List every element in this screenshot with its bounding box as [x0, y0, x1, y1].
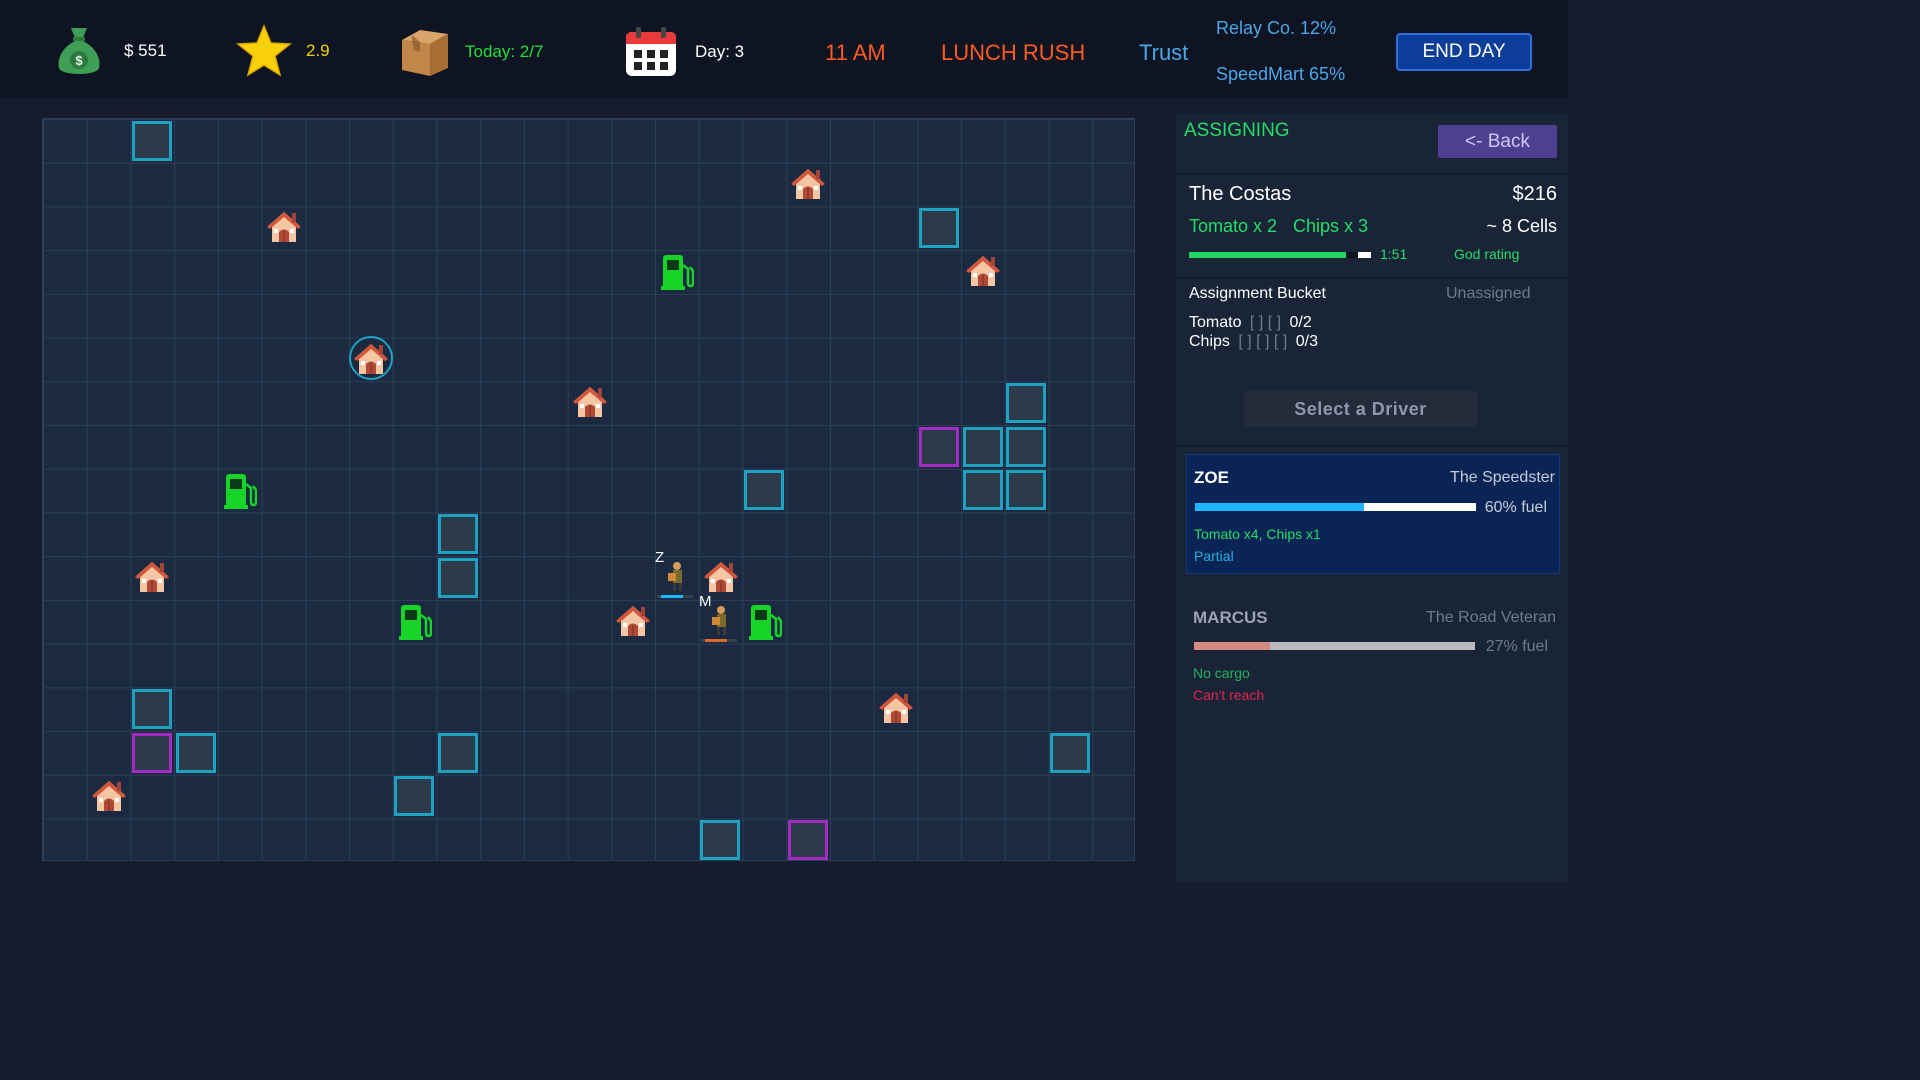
house-icon[interactable] [615, 604, 651, 638]
rating-value: 2.9 [306, 41, 330, 60]
obstacle-block [1050, 732, 1091, 773]
back-button[interactable]: <- Back [1438, 125, 1557, 158]
driver-fuel-fill [1195, 503, 1364, 511]
select-driver-button[interactable]: Select a Driver [1244, 391, 1477, 427]
today-deliveries: Today: 2/7 [465, 42, 544, 61]
house-icon[interactable] [965, 254, 1001, 288]
divider [1176, 445, 1568, 446]
fuel-station-icon[interactable] [748, 603, 782, 641]
fuel-station-icon[interactable] [398, 603, 432, 641]
package-icon [402, 30, 448, 76]
order-timer-end [1358, 252, 1371, 258]
obstacle-block [1006, 426, 1047, 467]
house-icon[interactable] [266, 210, 302, 244]
rating-stat: 2.9 [236, 24, 330, 78]
obstacle-block [437, 513, 478, 554]
obstacle-block [700, 820, 741, 860]
driver-status: Partial [1194, 548, 1234, 564]
obstacle-block [437, 732, 478, 773]
order-timer: 1:51 [1380, 246, 1408, 262]
order-customer: The Costas [1189, 183, 1292, 205]
driver-cargo: No cargo [1193, 665, 1250, 681]
driver-fuel-text: 60% fuel [1484, 499, 1547, 516]
assignment-panel: ASSIGNING <- Back The Costas $216 Tomato… [1176, 113, 1568, 882]
top-bar: $ $ 551 2.9 Today: 2/7 Day: 3 11 AM LUNC… [0, 0, 1568, 98]
house-icon[interactable] [572, 385, 608, 419]
star-icon [236, 24, 292, 77]
driver-fuel-bar [1195, 503, 1476, 511]
order-rating: God rating [1454, 246, 1520, 262]
phase-label: LUNCH RUSH [941, 40, 1086, 65]
day-value: Day: 3 [695, 42, 745, 61]
house-icon[interactable] [134, 560, 170, 594]
order-price: $216 [1512, 183, 1558, 205]
bucket-title: Assignment Bucket [1189, 285, 1326, 302]
driver-fuel-text: 27% fuel [1485, 638, 1548, 655]
driver-map-marker[interactable] [655, 559, 695, 606]
bucket-count: 0/2 [1289, 314, 1312, 331]
house-icon[interactable] [353, 342, 389, 376]
day-stat: Day: 3 [624, 26, 744, 78]
driver-map-marker[interactable] [699, 603, 739, 650]
bucket-item-name: Tomato [1189, 314, 1242, 331]
driver-fuel-fill [1194, 642, 1270, 650]
obstacle-block [918, 207, 959, 248]
driver-name: ZOE [1194, 468, 1229, 487]
fuel-station-icon[interactable] [223, 472, 258, 510]
house-icon[interactable] [790, 167, 826, 201]
driver-name: MARCUS [1193, 608, 1268, 627]
driver-cargo: Tomato x4, Chips x1 [1194, 526, 1321, 542]
order-item: Tomato x 2 [1189, 216, 1278, 236]
divider [1176, 277, 1568, 278]
bucket-row-tomato: Tomato [ ] [ ] 0/2 [1189, 314, 1312, 332]
today-stat: Today: 2/7 [398, 26, 543, 78]
order-timer-fill [1189, 252, 1347, 258]
obstacle-block [744, 470, 785, 511]
fuel-station-icon[interactable] [660, 253, 695, 291]
obstacle-block [1006, 470, 1047, 511]
bucket-count: 0/3 [1295, 333, 1318, 350]
money-bag-icon: $ [58, 28, 100, 74]
house-icon[interactable] [91, 779, 127, 813]
driver-title: The Road Veteran [1426, 609, 1556, 626]
svg-text:$: $ [75, 53, 83, 68]
bucket-status: Unassigned [1446, 285, 1531, 302]
driver-card-marcus[interactable]: MARCUS The Road Veteran 27% fuel No carg… [1186, 595, 1560, 715]
driver-title: The Speedster [1450, 469, 1555, 486]
obstacle-block [131, 120, 172, 161]
obstacle-block-purple [787, 820, 828, 860]
money-value: $ 551 [124, 41, 167, 60]
obstacle-block [437, 557, 478, 598]
driver-fuel-bar [1194, 642, 1475, 650]
order-item: Chips x 3 [1293, 216, 1369, 236]
bucket-slots: [ ] [ ] [1249, 314, 1282, 331]
calendar-icon [626, 27, 676, 76]
obstacle-block [962, 426, 1003, 467]
driver-status: Can't reach [1193, 687, 1265, 703]
order-timer-bar [1189, 252, 1371, 258]
bucket-row-chips: Chips [ ] [ ] [ ] 0/3 [1189, 333, 1318, 351]
divider [1176, 173, 1568, 174]
trust-label: Trust [1139, 40, 1189, 65]
obstacle-block [131, 688, 172, 729]
rival-relay: Relay Co. 12% [1216, 18, 1337, 38]
house-icon[interactable] [878, 691, 914, 725]
mode-label: ASSIGNING [1184, 120, 1290, 141]
obstacle-block-purple [918, 426, 959, 467]
obstacle-block-purple [131, 732, 172, 773]
clock-time: 11 AM [825, 40, 886, 65]
rival-speedmart: SpeedMart 65% [1216, 64, 1346, 84]
obstacle-block [962, 470, 1003, 511]
bucket-slots: [ ] [ ] [ ] [1238, 333, 1288, 350]
money-stat: $ $ 551 [55, 24, 167, 78]
obstacle-block [175, 732, 216, 773]
end-day-button[interactable]: END DAY [1396, 33, 1532, 71]
house-icon[interactable] [703, 560, 739, 594]
obstacle-block [394, 776, 435, 817]
order-distance: ~ 8 Cells [1486, 216, 1557, 236]
city-grid-map[interactable]: ZM [42, 118, 1135, 861]
bucket-item-name: Chips [1189, 333, 1230, 350]
driver-card-zoe[interactable]: ZOE The Speedster 60% fuel Tomato x4, Ch… [1186, 454, 1560, 574]
obstacle-block [1006, 382, 1047, 423]
